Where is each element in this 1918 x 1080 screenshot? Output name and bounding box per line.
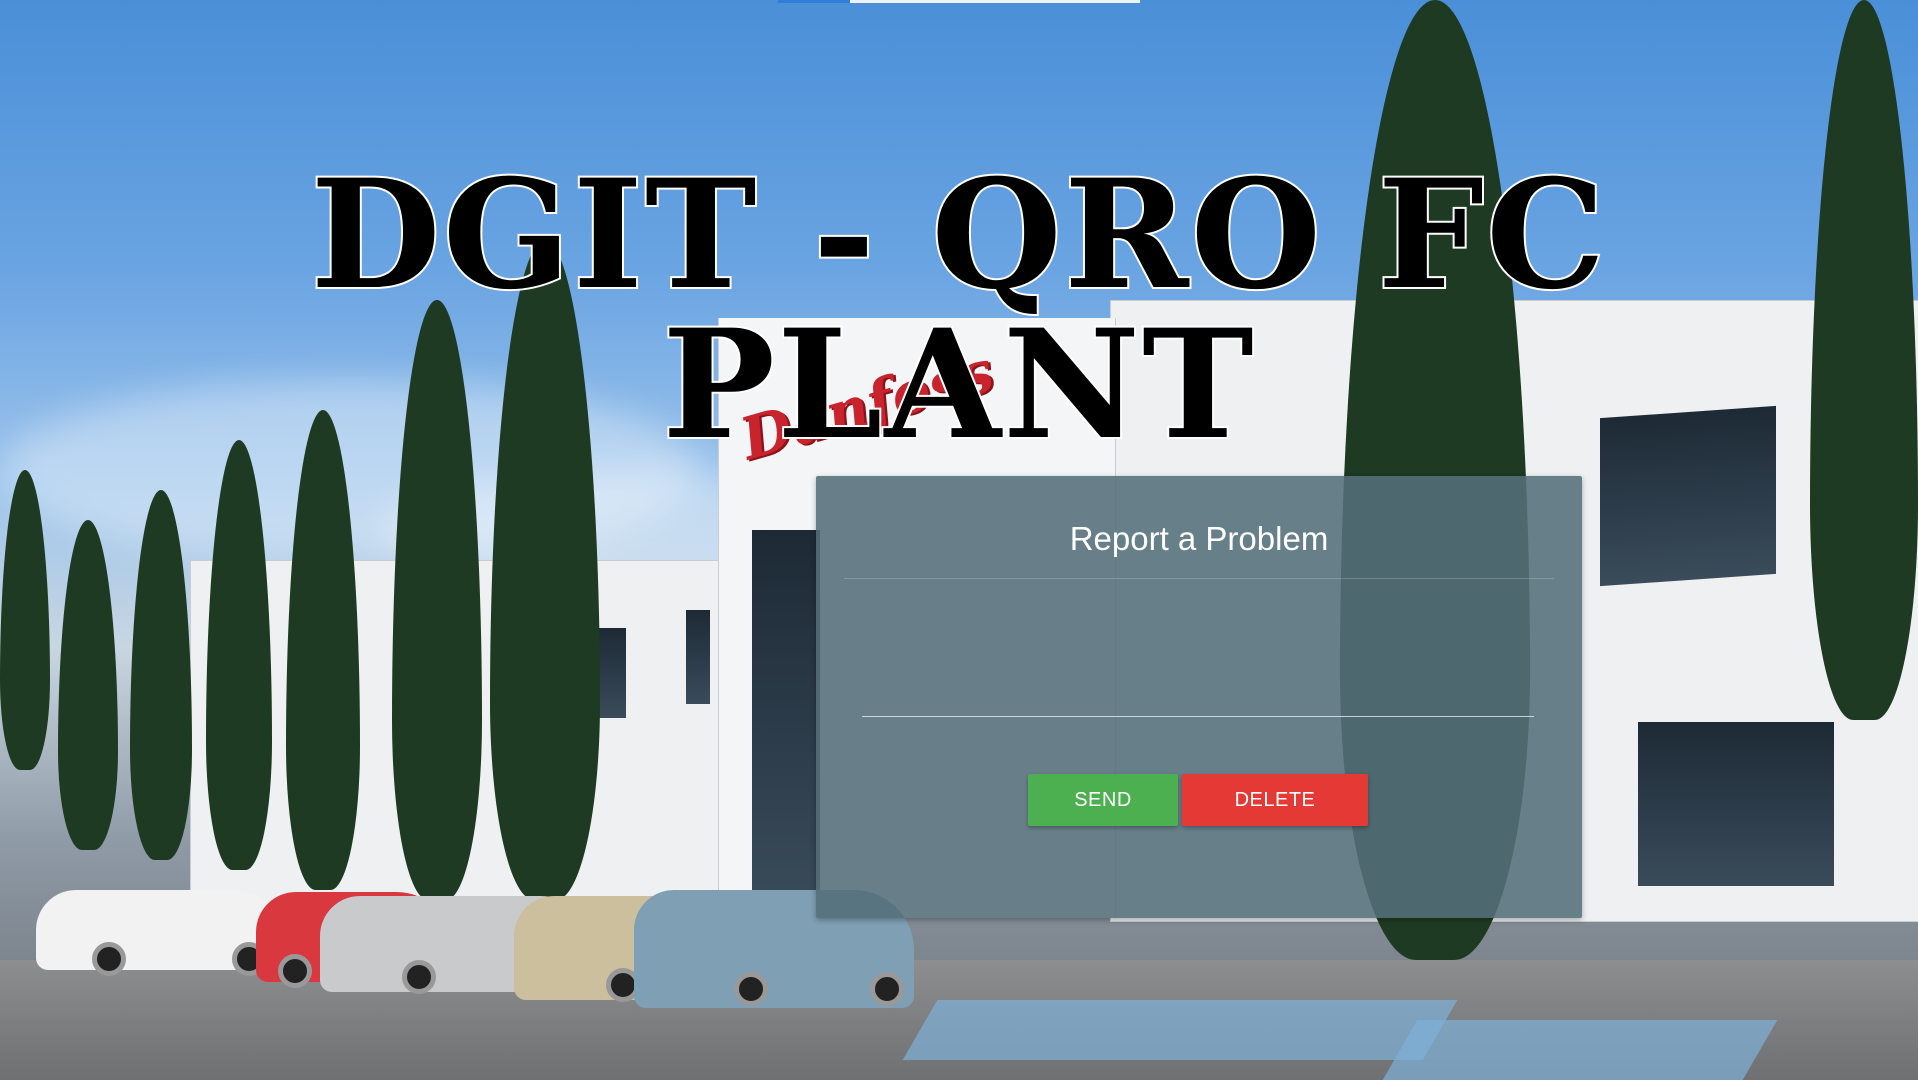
delete-button[interactable]: DELETE bbox=[1182, 774, 1368, 826]
send-button[interactable]: SEND bbox=[1028, 774, 1178, 826]
tree bbox=[0, 470, 50, 770]
wheel bbox=[734, 972, 768, 1006]
report-problem-panel: Report a Problem SEND DELETE bbox=[816, 476, 1582, 918]
cypress-tree bbox=[58, 520, 118, 850]
panel-title: Report a Problem bbox=[1069, 520, 1329, 557]
top-progress-indicator bbox=[778, 0, 850, 3]
window bbox=[1638, 722, 1834, 886]
page-title: DGIT - QRO FC PLANT bbox=[309, 147, 1608, 473]
glass-facade bbox=[752, 530, 820, 910]
problem-description-input[interactable] bbox=[862, 594, 1534, 717]
wheel bbox=[402, 960, 436, 994]
car bbox=[36, 890, 292, 976]
parking-marking bbox=[1382, 1020, 1778, 1080]
window bbox=[686, 610, 710, 704]
wheel bbox=[870, 972, 904, 1006]
divider bbox=[844, 578, 1554, 579]
wheel bbox=[278, 954, 312, 988]
top-strip bbox=[850, 0, 1140, 3]
parking-marking bbox=[902, 1000, 1458, 1060]
wheel bbox=[92, 942, 126, 976]
